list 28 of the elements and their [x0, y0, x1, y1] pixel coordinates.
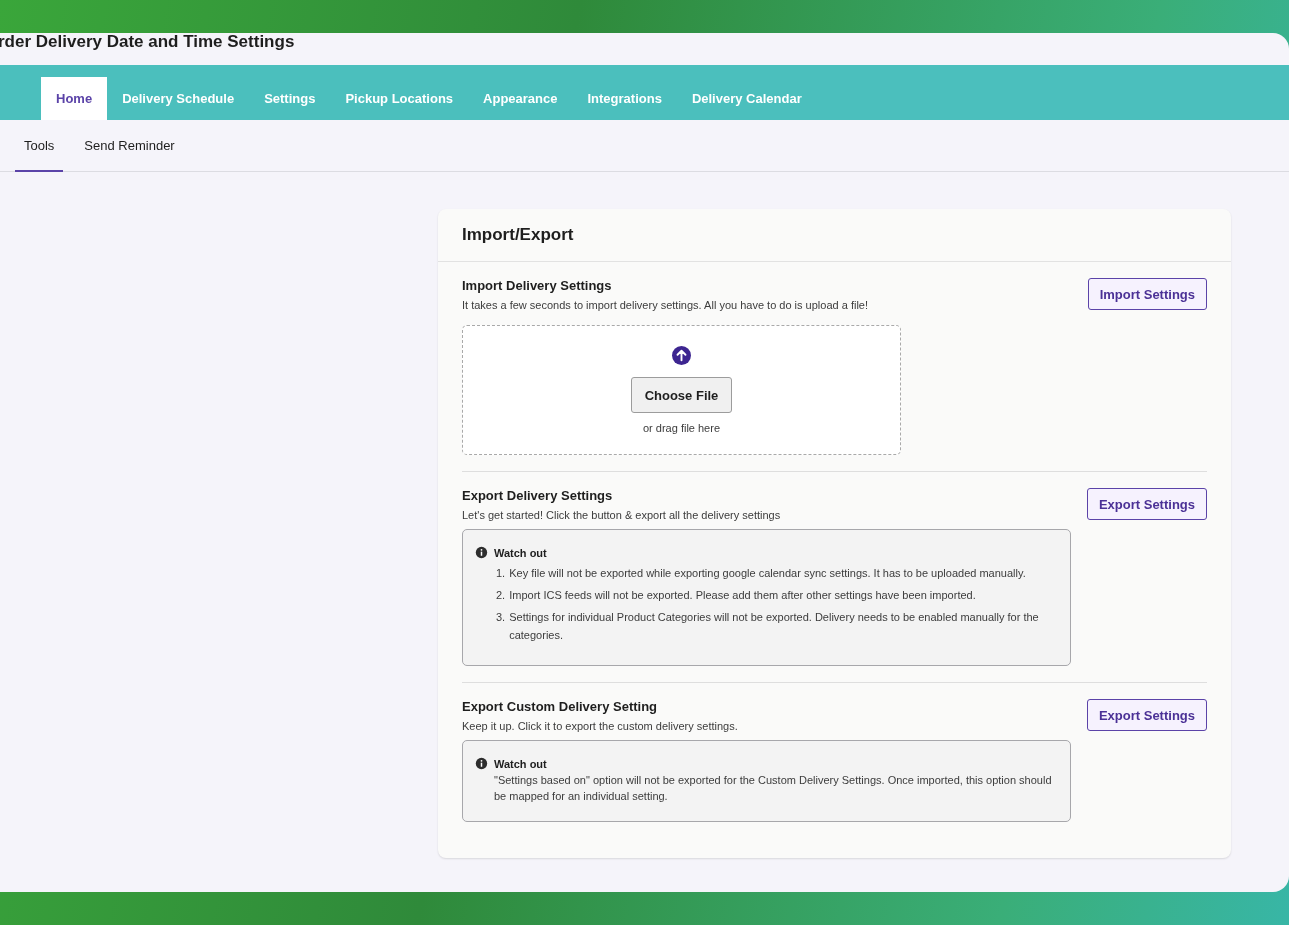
list-number: 1. [496, 566, 506, 581]
section-title: Import Delivery Settings [462, 278, 613, 293]
drop-hint: or drag file here [642, 422, 720, 434]
notice-title: Watch out [494, 757, 547, 770]
file-drop-zone[interactable]: Choose File or drag file here [462, 325, 901, 455]
section-description: Keep it up. Click it to export the custom delivery settings. [462, 720, 739, 732]
nav-tab[interactable]: Home [41, 77, 108, 120]
info-icon [475, 757, 488, 770]
upload-icon [672, 346, 691, 365]
notice-text: Key file will not be exported while exporting google calendar sync settings. It has to be uploaded manually. [509, 566, 1026, 581]
choose-file-button[interactable]: Choose File [630, 377, 733, 413]
section-description: It takes a few seconds to import delivery settings. All you have to do is upload a file! [462, 299, 869, 311]
export-button[interactable]: Export Settings [1086, 488, 1207, 520]
card-title: Import/Export [462, 225, 574, 245]
list-number: 3. [496, 610, 506, 625]
info-icon [475, 546, 488, 559]
section-title: Export Delivery Settings [462, 488, 614, 503]
export-button[interactable]: Export Settings [1086, 699, 1207, 731]
notice-text: Import ICS feeds will not be exported. Please add them after other settings have been imported. [509, 588, 976, 603]
sub-tab[interactable]: Tools [15, 120, 64, 172]
list-number: 2. [496, 588, 506, 603]
sub-tab[interactable]: Send Reminder [75, 120, 184, 172]
notice-title: Watch out [494, 546, 547, 559]
notice-text: Settings for individual Product Categories will not be exported. Delivery needs to be enabled manually for the categories. [509, 610, 1040, 643]
notice-text: "Settings based on" option will not be exported for the Custom Delivery Settings. Once imported, this option should be mapped for an individual setting. [493, 773, 1053, 804]
import-button[interactable]: Import Settings [1087, 278, 1207, 310]
section-title: Export Custom Delivery Setting [462, 699, 659, 714]
section-description: Let's get started! Click the button & export all the delivery settings [462, 509, 782, 521]
